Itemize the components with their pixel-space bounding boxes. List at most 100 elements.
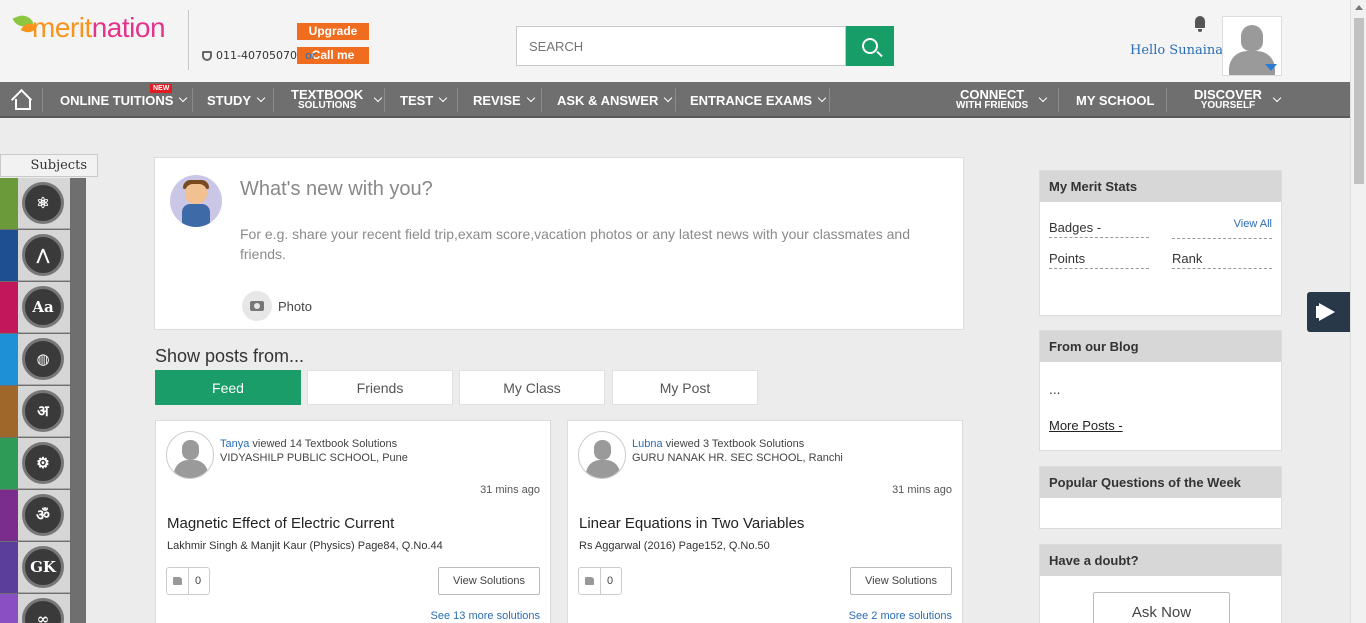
post-title[interactable]: Magnetic Effect of Electric Current — [167, 515, 394, 532]
composer-avatar — [170, 175, 222, 227]
subject-item[interactable]: ⚛ — [0, 178, 70, 229]
chevron-down-icon — [664, 93, 673, 103]
have-a-doubt-title: Have a doubt? — [1040, 545, 1281, 576]
blog-title: From our Blog — [1040, 331, 1281, 362]
nav-discover-yourself[interactable]: DISCOVER YOURSELF — [1194, 82, 1282, 118]
post-user-link[interactable]: Tanya — [220, 438, 249, 450]
subjects-tab[interactable]: Subjects — [0, 154, 98, 177]
notification-bell-icon[interactable] — [1193, 16, 1207, 32]
nav-test[interactable]: TEST — [400, 82, 448, 118]
blog-snippet: ... — [1049, 383, 1061, 397]
page-scrollbar[interactable] — [1350, 0, 1366, 623]
subject-item[interactable]: ◍ — [0, 334, 70, 385]
chevron-down-icon — [438, 93, 448, 103]
nav-revise[interactable]: REVISE — [473, 82, 535, 118]
search-button[interactable] — [846, 26, 894, 66]
upgrade-button[interactable]: Upgrade — [297, 23, 369, 40]
view-solutions-button[interactable]: View Solutions — [850, 567, 952, 595]
more-posts-link[interactable]: More Posts - — [1049, 418, 1123, 433]
gk-icon: GK — [22, 546, 64, 588]
camera-icon — [242, 291, 272, 321]
nav-entrance-exams[interactable]: ENTRANCE EXAMS — [690, 82, 827, 118]
scroll-up-icon[interactable] — [1355, 5, 1363, 10]
merit-stats-widget: My Merit Stats Badges - View All Points … — [1039, 170, 1282, 316]
like-button[interactable]: 0 — [578, 567, 622, 595]
composer-hint[interactable]: For e.g. share your recent field trip,ex… — [240, 224, 955, 264]
nav-my-school[interactable]: MY SCHOOL — [1076, 82, 1155, 118]
post-meta: Lubna viewed 3 Textbook Solutions GURU N… — [632, 438, 843, 464]
subject-item[interactable]: Aa — [0, 282, 70, 333]
composer-prompt[interactable]: What's new with you? — [240, 178, 433, 201]
chevron-down-icon — [256, 93, 266, 103]
subject-item[interactable]: ⋀ — [0, 230, 70, 281]
search-icon — [862, 38, 878, 54]
more-solutions-link[interactable]: See 13 more solutions — [431, 610, 540, 622]
gears-icon: ⚙ — [22, 442, 64, 484]
view-solutions-button[interactable]: View Solutions — [438, 567, 540, 595]
more-solutions-link[interactable]: See 2 more solutions — [849, 610, 952, 622]
scrollbar-thumb[interactable] — [1354, 18, 1364, 184]
post-time: 31 mins ago — [480, 484, 540, 496]
phone-number: 011-40705070 — [216, 49, 297, 62]
post-title[interactable]: Linear Equations in Two Variables — [579, 515, 804, 532]
post-school: VIDYASHILP PUBLIC SCHOOL, Pune — [220, 452, 408, 464]
user-greeting[interactable]: Hello Sunaina — [1130, 43, 1223, 58]
subject-item[interactable]: ⚙ — [0, 438, 70, 489]
meritnation-logo[interactable]: meritnation — [12, 8, 166, 48]
post-subtitle: Rs Aggarwal (2016) Page152, Q.No.50 — [579, 540, 770, 552]
user-avatar[interactable] — [1222, 16, 1282, 76]
post-avatar[interactable] — [578, 431, 626, 479]
feed-post: Tanya viewed 14 Textbook Solutions VIDYA… — [155, 420, 551, 623]
photo-label: Photo — [278, 298, 312, 314]
nav-textbook-solutions[interactable]: TEXTBOOK SOLUTIONS — [291, 82, 383, 118]
avatar-dropdown-icon[interactable] — [1265, 64, 1277, 71]
blog-widget: From our Blog ... More Posts - — [1039, 330, 1282, 451]
badges-stat: Badges - — [1049, 220, 1149, 238]
english-icon: Aa — [22, 286, 64, 328]
chevron-down-icon — [179, 93, 188, 103]
phone-or-text: or — [304, 49, 317, 62]
more-subject-icon: ∞ — [22, 598, 64, 623]
nav-connect-with-friends[interactable]: CONNECT WITH FRIENDS — [956, 82, 1048, 118]
post-avatar[interactable] — [166, 431, 214, 479]
subject-item[interactable]: अ — [0, 386, 70, 437]
have-a-doubt-widget: Have a doubt? Ask Now — [1039, 544, 1282, 623]
post-subtitle: Lakhmir Singh & Manjit Kaur (Physics) Pa… — [167, 540, 443, 552]
tab-my-class[interactable]: My Class — [459, 370, 605, 405]
nav-study[interactable]: STUDY — [207, 82, 266, 118]
subject-item[interactable]: ∞ — [0, 594, 70, 623]
nav-ask-answer[interactable]: ASK & ANSWER — [557, 82, 673, 118]
tab-friends[interactable]: Friends — [307, 370, 453, 405]
phone-contact: 011-40705070 or — [202, 49, 320, 62]
leaf-logo-icon — [12, 13, 42, 43]
post-school: GURU NANAK HR. SEC SCHOOL, Ranchi — [632, 452, 843, 464]
chevron-down-icon — [373, 93, 383, 103]
tab-feed[interactable]: Feed — [155, 370, 301, 405]
chevron-down-icon — [526, 93, 535, 103]
thumbs-up-icon — [173, 577, 182, 585]
tab-my-post[interactable]: My Post — [612, 370, 758, 405]
subject-item[interactable]: ॐ — [0, 490, 70, 541]
globe-icon: ◍ — [22, 338, 64, 380]
home-icon[interactable] — [11, 91, 31, 110]
chevron-down-icon — [1038, 93, 1048, 103]
main-nav: ONLINE TUITIONS NEW STUDY TEXTBOOK SOLUTI… — [0, 82, 1350, 118]
logo-text-nation: nation — [91, 12, 166, 43]
post-user-link[interactable]: Lubna — [632, 438, 663, 450]
post-time: 31 mins ago — [892, 484, 952, 496]
new-badge: NEW — [150, 84, 173, 93]
merit-stats-title: My Merit Stats — [1040, 171, 1281, 202]
subject-item[interactable]: GK — [0, 542, 70, 593]
search-input[interactable] — [517, 27, 845, 65]
search-box — [516, 26, 846, 66]
top-header: meritnation Upgrade Call me 011-40705070… — [0, 0, 1350, 82]
feed-post: Lubna viewed 3 Textbook Solutions GURU N… — [567, 420, 963, 623]
view-all-link[interactable]: View All — [1234, 218, 1272, 230]
photo-button[interactable]: Photo — [242, 291, 312, 321]
ask-now-button[interactable]: Ask Now — [1093, 592, 1230, 623]
megaphone-icon[interactable] — [1307, 292, 1350, 332]
popular-questions-title: Popular Questions of the Week — [1040, 467, 1281, 498]
like-button[interactable]: 0 — [166, 567, 210, 595]
atom-icon: ⚛ — [22, 182, 64, 224]
like-count: 0 — [195, 575, 202, 587]
